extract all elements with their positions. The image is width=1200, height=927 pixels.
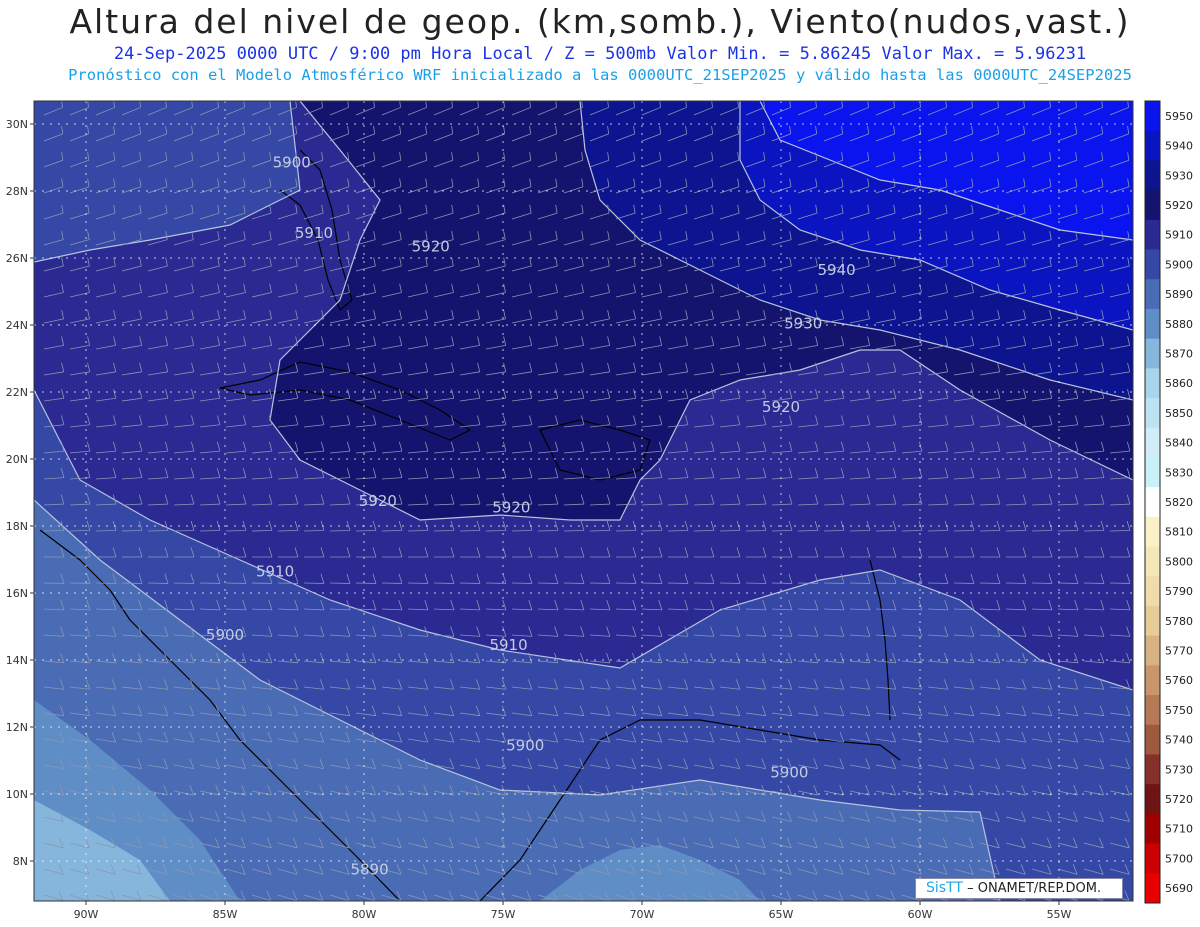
- lat-label-10N: 10N: [6, 788, 28, 801]
- colorbar-swatch-5880: [1145, 308, 1160, 340]
- onamet-credit: – ONAMET/REP.DOM.: [967, 881, 1102, 896]
- colorbar-swatch-5890: [1145, 279, 1160, 310]
- colorbar: 5950 5940 5930 5920 5910 5900 5890 5880 5870 5860…: [1144, 100, 1193, 904]
- colorbar-label-5910: 5910: [1165, 229, 1193, 242]
- colorbar-label-5920: 5920: [1165, 199, 1193, 212]
- colorbar-swatch-5690: [1145, 873, 1160, 904]
- colorbar-swatch-5930: [1145, 160, 1160, 191]
- contour-label-0: 5900: [273, 154, 311, 172]
- colorbar-label-5750: 5750: [1165, 704, 1193, 717]
- colorbar-swatch-5810: [1145, 516, 1160, 548]
- lon-label-60W: 60W: [908, 908, 933, 921]
- lat-label-30N: 30N: [6, 118, 28, 131]
- colorbar-swatch-5920: [1145, 190, 1160, 221]
- colorbar-swatch-5730: [1145, 754, 1160, 785]
- contour-label-4: 5930: [784, 314, 822, 332]
- colorbar-swatch-5770: [1145, 635, 1160, 666]
- colorbar-label-5700: 5700: [1165, 852, 1193, 865]
- contour-label-3: 5940: [818, 261, 856, 279]
- colorbar-label-5930: 5930: [1165, 169, 1193, 182]
- colorbar-swatch-5750: [1145, 695, 1160, 726]
- colorbar-label-5890: 5890: [1165, 288, 1193, 301]
- contour-label-1: 5910: [295, 224, 333, 242]
- lat-label-16N: 16N: [6, 587, 28, 600]
- lon-label-65W: 65W: [769, 908, 794, 921]
- contour-label-9: 5900: [206, 626, 244, 644]
- colorbar-swatch-5830: [1145, 457, 1160, 488]
- colorbar-label-5840: 5840: [1165, 437, 1193, 450]
- lon-label-90W: 90W: [74, 908, 99, 921]
- colorbar-label-5710: 5710: [1165, 823, 1193, 836]
- colorbar-label-5760: 5760: [1165, 674, 1193, 687]
- contour-label-11: 5900: [506, 736, 544, 754]
- weather-map: 5900 5910 5920 5940 5930 5920 5920 5920 5910 5900…: [6, 100, 1193, 921]
- colorbar-swatch-5700: [1145, 843, 1160, 874]
- colorbar-label-5800: 5800: [1165, 555, 1193, 568]
- lat-label-12N: 12N: [6, 721, 28, 734]
- colorbar-label-5860: 5860: [1165, 377, 1193, 390]
- lat-label-8N: 8N: [13, 855, 28, 868]
- contour-label-10: 5910: [489, 636, 527, 654]
- colorbar-label-5940: 5940: [1165, 140, 1193, 153]
- contour-label-6: 5920: [359, 492, 397, 510]
- colorbar-label-5770: 5770: [1165, 645, 1193, 658]
- contour-label-13: 5890: [350, 860, 388, 878]
- colorbar-swatch-5940: [1145, 130, 1160, 161]
- colorbar-swatch-5710: [1145, 813, 1160, 845]
- lat-label-22N: 22N: [6, 386, 28, 399]
- colorbar-label-5730: 5730: [1165, 763, 1193, 776]
- colorbar-label-5830: 5830: [1165, 466, 1193, 479]
- lat-label-28N: 28N: [6, 185, 28, 198]
- contour-label-2: 5920: [412, 237, 450, 255]
- colorbar-label-5900: 5900: [1165, 258, 1193, 271]
- contour-label-5: 5920: [762, 398, 800, 416]
- colorbar-label-5690: 5690: [1165, 882, 1193, 895]
- lat-label-20N: 20N: [6, 453, 28, 466]
- latitude-axis: 30N 28N 26N 24N 22N 20N 18N 16N 14N 12N 10N 8N: [6, 118, 34, 868]
- colorbar-label-5740: 5740: [1165, 734, 1193, 747]
- colorbar-swatch-5870: [1145, 338, 1160, 369]
- sistt-logo-text: SisTT: [926, 880, 963, 896]
- longitude-axis: 90W 85W 80W 75W 70W 65W 60W 55W: [74, 901, 1072, 921]
- colorbar-label-5820: 5820: [1165, 496, 1193, 509]
- lat-label-26N: 26N: [6, 252, 28, 265]
- lon-label-55W: 55W: [1047, 908, 1072, 921]
- lat-label-18N: 18N: [6, 520, 28, 533]
- colorbar-label-5870: 5870: [1165, 347, 1193, 360]
- colorbar-label-5880: 5880: [1165, 318, 1193, 331]
- lon-label-75W: 75W: [491, 908, 516, 921]
- contour-label-8: 5910: [256, 562, 294, 580]
- colorbar-swatch-5780: [1145, 605, 1160, 637]
- colorbar-swatch-5820: [1145, 487, 1160, 518]
- colorbar-swatch-5790: [1145, 576, 1160, 607]
- lon-label-70W: 70W: [630, 908, 655, 921]
- contour-label-12: 5900: [770, 763, 808, 781]
- colorbar-label-5780: 5780: [1165, 615, 1193, 628]
- colorbar-swatch-5720: [1145, 784, 1160, 815]
- height-field: [34, 101, 1133, 901]
- lon-label-85W: 85W: [213, 908, 238, 921]
- colorbar-label-5850: 5850: [1165, 407, 1193, 420]
- contour-label-7: 5920: [492, 499, 530, 517]
- colorbar-swatch-5860: [1145, 368, 1160, 399]
- colorbar-swatch-5900: [1145, 249, 1160, 280]
- colorbar-label-5810: 5810: [1165, 526, 1193, 539]
- colorbar-swatch-5910: [1145, 219, 1160, 251]
- colorbar-swatch-5740: [1145, 724, 1160, 755]
- lat-label-14N: 14N: [6, 654, 28, 667]
- colorbar-label-5950: 5950: [1165, 110, 1193, 123]
- credit-box: SisTT – ONAMET/REP.DOM.: [915, 878, 1123, 899]
- colorbar-swatch-5760: [1145, 665, 1160, 696]
- colorbar-swatch-5950: [1145, 101, 1160, 132]
- lat-label-24N: 24N: [6, 319, 28, 332]
- colorbar-swatch-5840: [1145, 427, 1160, 458]
- colorbar-swatch-5800: [1145, 546, 1160, 577]
- colorbar-swatch-5850: [1145, 398, 1160, 429]
- colorbar-label-5790: 5790: [1165, 585, 1193, 598]
- colorbar-label-5720: 5720: [1165, 793, 1193, 806]
- lon-label-80W: 80W: [352, 908, 377, 921]
